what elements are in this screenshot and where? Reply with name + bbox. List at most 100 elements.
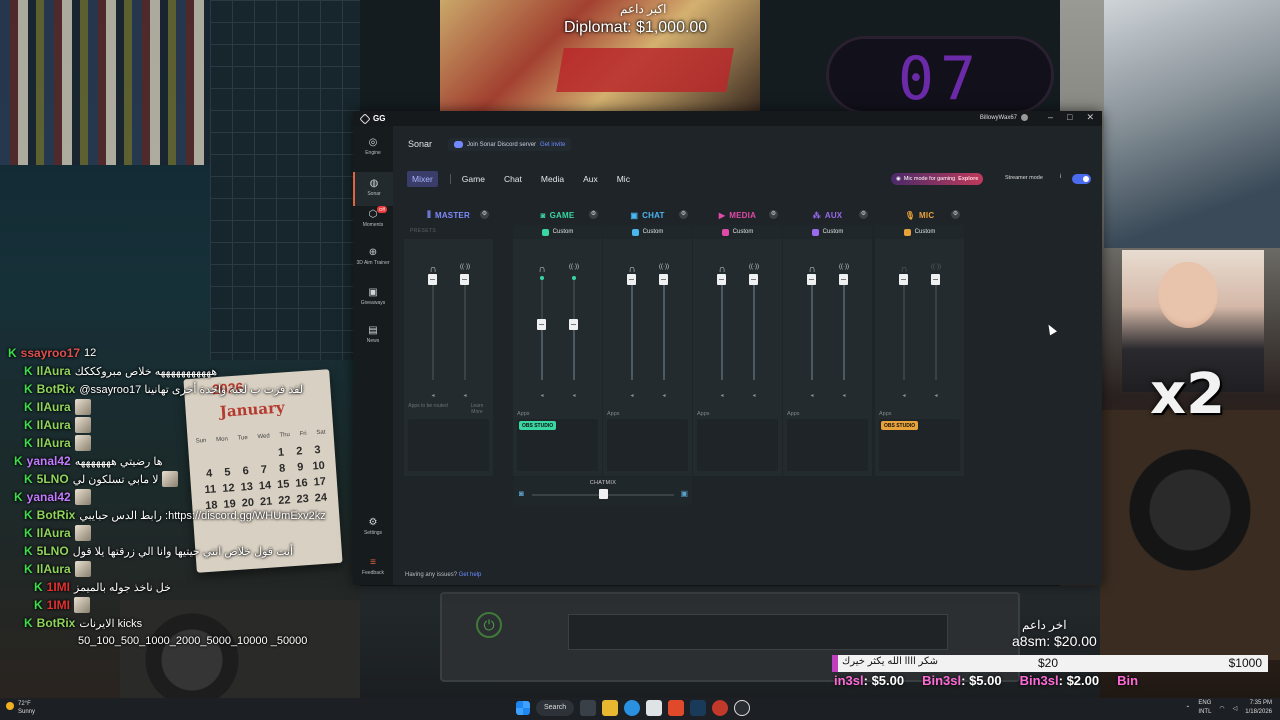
volume-slider[interactable]: [899, 274, 908, 285]
broadcast-icon[interactable]: ((·)): [838, 264, 850, 270]
help-link[interactable]: Get help: [459, 572, 482, 578]
volume-slider[interactable]: [807, 274, 816, 285]
mute-icon[interactable]: ◂: [717, 392, 727, 399]
chrome-icon[interactable]: [712, 700, 729, 716]
mute-icon[interactable]: ◂: [899, 392, 909, 399]
preset-icon: [811, 228, 819, 236]
obs-studio-tag[interactable]: OBS STUDIO: [881, 421, 919, 430]
gg-user[interactable]: BillowyWax67: [980, 114, 1028, 121]
start-icon[interactable]: [516, 701, 530, 715]
mute-icon[interactable]: ◂: [428, 392, 438, 399]
channel-preset[interactable]: Custom: [875, 225, 964, 239]
channel-preset[interactable]: Custom: [513, 225, 602, 239]
store-icon[interactable]: [646, 700, 663, 716]
weather-widget[interactable]: 72°F Sunny: [6, 700, 35, 716]
discord-link[interactable]: Get invite: [540, 142, 565, 148]
volume-slider[interactable]: [569, 319, 578, 330]
file-explorer-icon[interactable]: [602, 700, 619, 716]
calendar-day: 16: [294, 476, 309, 490]
channel-settings-icon[interactable]: ⚙: [480, 210, 489, 219]
volume-slider[interactable]: [537, 319, 546, 330]
tab-mixer[interactable]: Mixer: [407, 171, 438, 187]
headphone-icon[interactable]: ∩: [536, 264, 548, 275]
info-icon[interactable]: i: [1060, 174, 1061, 180]
volume-track[interactable]: [935, 280, 937, 380]
learn-more-link[interactable]: Learn More: [466, 403, 488, 415]
nav-item-news[interactable]: ▤ News: [353, 324, 393, 354]
mute-icon[interactable]: ◂: [931, 392, 941, 399]
chat-emote: [74, 399, 91, 415]
edge-icon[interactable]: [624, 700, 641, 716]
channel-settings-icon[interactable]: ⚙: [951, 210, 960, 219]
stream-scene: 07 35 ⏻ 2026 January SunMonTueWedThuFriS…: [0, 0, 1280, 720]
channel-settings-icon[interactable]: ⚙: [859, 210, 868, 219]
channel-preset[interactable]: Custom: [693, 225, 782, 239]
maximize-icon[interactable]: □: [1067, 112, 1072, 123]
nav-item-giveaways[interactable]: ▣ Giveaways: [353, 286, 393, 316]
calendar-day: 4: [205, 467, 213, 480]
mute-icon[interactable]: ◂: [839, 392, 849, 399]
mute-icon[interactable]: ◂: [537, 392, 547, 399]
volume-slider[interactable]: [749, 274, 758, 285]
task-view-icon[interactable]: [580, 700, 597, 716]
channel-settings-icon[interactable]: ⚙: [679, 210, 688, 219]
channel-preset[interactable]: Custom: [603, 225, 692, 239]
wifi-icon[interactable]: ◠: [1219, 705, 1224, 712]
channel-settings-icon[interactable]: ⚙: [769, 210, 778, 219]
volume-slider[interactable]: [931, 274, 940, 285]
channel-preset[interactable]: Custom: [783, 225, 872, 239]
volume-track[interactable]: [464, 280, 466, 380]
tab-media[interactable]: Media: [541, 174, 564, 184]
nav-item-3d-aim-trainer[interactable]: ⊕ 3D Aim Trainer: [353, 246, 393, 276]
nav-item-moments[interactable]: ⬡ Moments: [353, 208, 393, 238]
volume-slider[interactable]: [460, 274, 469, 285]
taskbar-search[interactable]: Search: [536, 700, 575, 716]
channel-settings-icon[interactable]: ⚙: [589, 210, 598, 219]
taskbar-clock[interactable]: 7:35 PM 1/18/2026: [1245, 699, 1272, 717]
calendar-day: 13: [240, 480, 254, 494]
mute-icon[interactable]: ◂: [627, 392, 637, 399]
tab-mic[interactable]: Mic: [617, 174, 630, 184]
tab-chat[interactable]: Chat: [504, 174, 522, 184]
streamer-mode-toggle[interactable]: [1072, 174, 1091, 184]
volume-slider[interactable]: [659, 274, 668, 285]
mic-mode-banner[interactable]: ◉ Mic mode for gaming Explore: [891, 173, 984, 185]
mute-icon[interactable]: ◂: [569, 392, 579, 399]
volume-track[interactable]: [903, 280, 905, 380]
mute-icon[interactable]: ◂: [659, 392, 669, 399]
steelseries-gg-icon[interactable]: [734, 700, 751, 716]
obs-studio-tag[interactable]: OBS STUDIO: [519, 421, 557, 430]
volume-slider[interactable]: [839, 274, 848, 285]
channel-name: AUX: [824, 210, 843, 220]
nav-item-engine[interactable]: ◎ Engine: [353, 136, 393, 166]
nav-item-feedback[interactable]: ≡ Feedback: [353, 556, 393, 586]
nav-item-settings[interactable]: ⚙ Settings: [353, 516, 393, 546]
broadcast-icon[interactable]: ((·)): [459, 264, 471, 270]
mute-icon[interactable]: ◂: [807, 392, 817, 399]
input-language[interactable]: ENG INTL: [1198, 699, 1211, 717]
tray-chevron-icon[interactable]: ⌃: [1185, 705, 1190, 712]
mute-icon[interactable]: ◂: [749, 392, 759, 399]
broadcast-icon[interactable]: ((·)): [930, 264, 942, 270]
discord-invite[interactable]: Join Sonar Discord server Get invite: [448, 138, 572, 151]
mute-icon[interactable]: ◂: [460, 392, 470, 399]
steam-icon[interactable]: [690, 700, 707, 716]
volume-slider[interactable]: [428, 274, 437, 285]
minimize-icon[interactable]: –: [1048, 112, 1053, 123]
chatmix-slider[interactable]: [599, 489, 608, 499]
mic-mode-explore[interactable]: Explore: [958, 176, 978, 182]
broadcast-icon[interactable]: ((·)): [568, 264, 580, 270]
brave-icon[interactable]: [668, 700, 685, 716]
volume-slider[interactable]: [717, 274, 726, 285]
close-icon[interactable]: ✕: [1086, 112, 1094, 123]
nav-item-sonar[interactable]: ◍ Sonar: [353, 172, 393, 206]
broadcast-icon[interactable]: ((·)): [748, 264, 760, 270]
broadcast-icon[interactable]: ((·)): [658, 264, 670, 270]
gg-app-name: GG: [373, 114, 386, 123]
tab-game[interactable]: Game: [462, 174, 485, 184]
volume-slider[interactable]: [627, 274, 636, 285]
volume-track[interactable]: [432, 280, 434, 380]
tab-aux[interactable]: Aux: [583, 174, 598, 184]
volume-icon[interactable]: ◁: [1233, 705, 1238, 712]
gg-titlebar[interactable]: GG BillowyWax67 – □ ✕: [353, 111, 1102, 126]
